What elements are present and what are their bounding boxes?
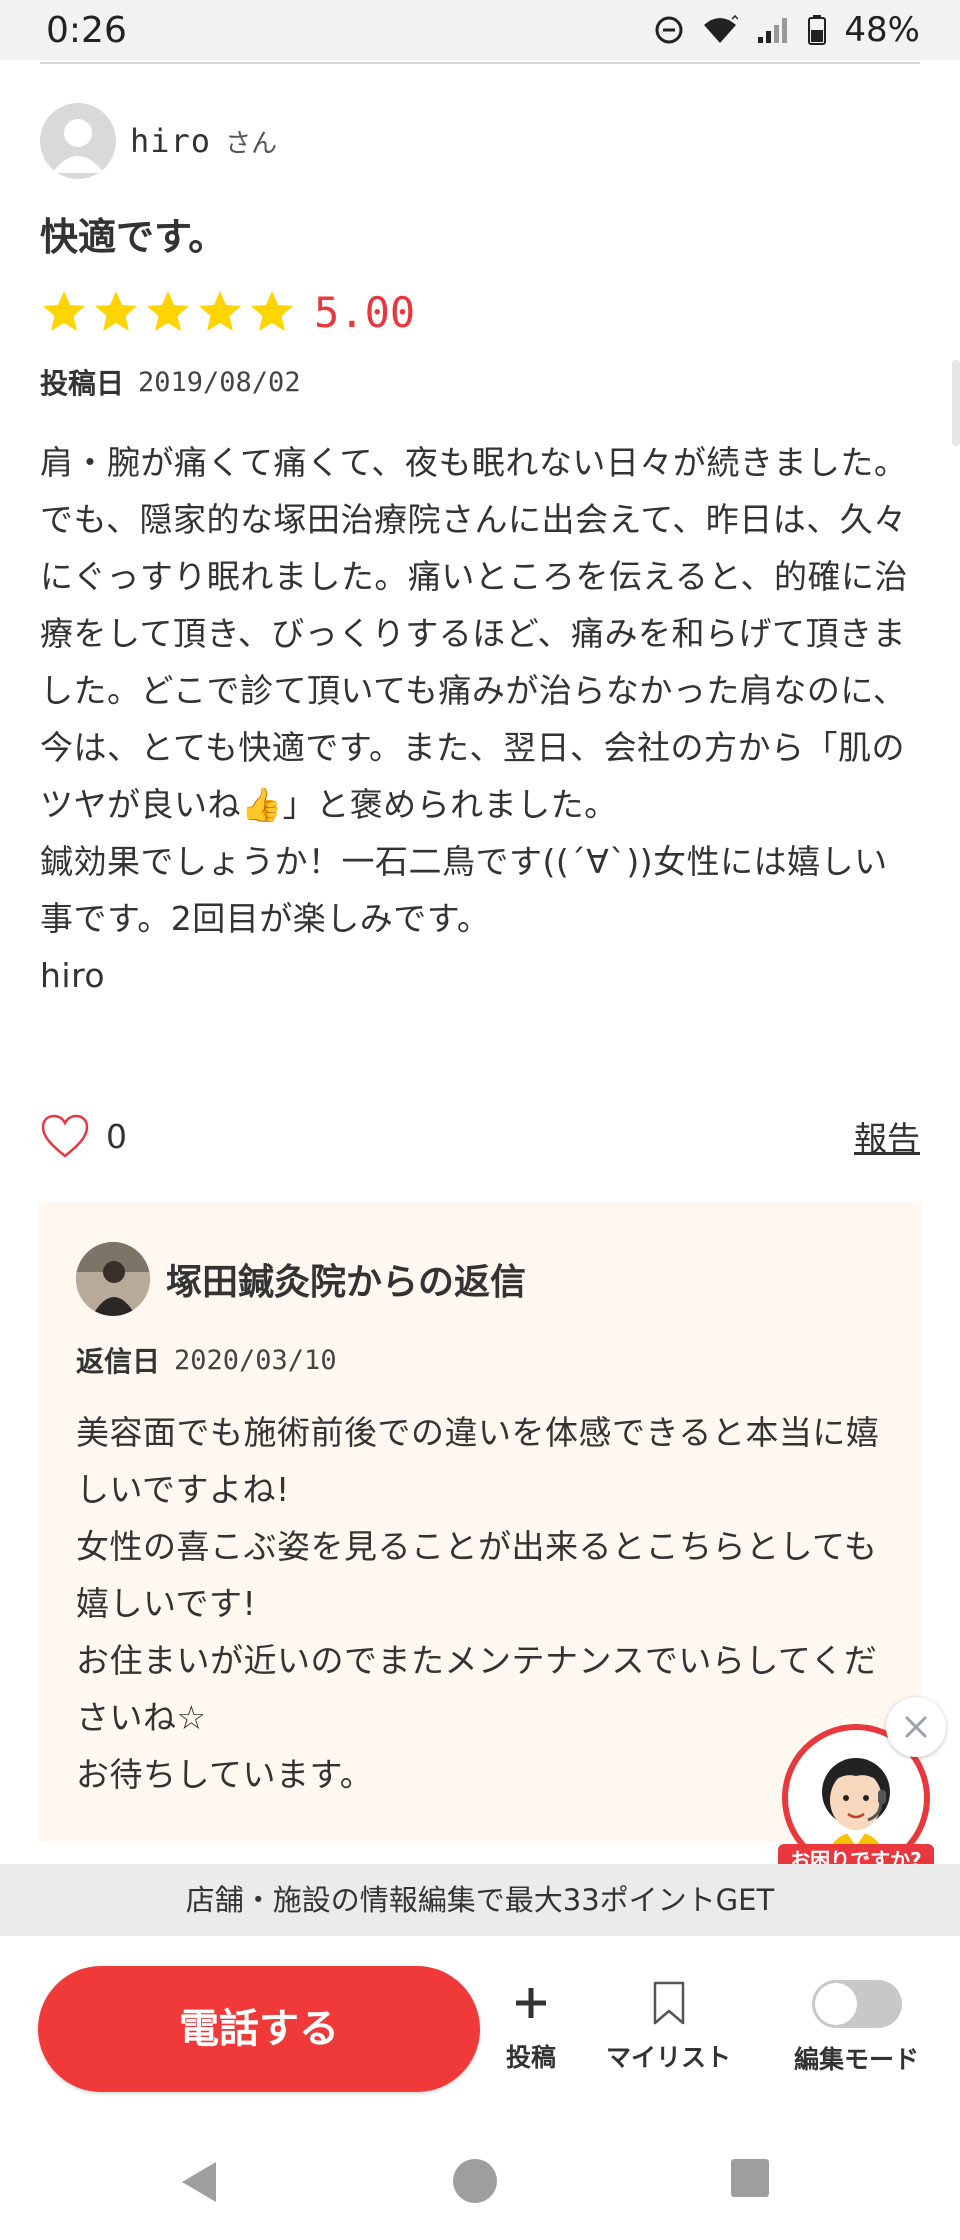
star-icon	[147, 291, 189, 331]
scrollbar[interactable]	[952, 360, 960, 446]
signal-icon	[758, 18, 788, 43]
post-label[interactable]: 投稿	[506, 2038, 556, 2074]
help-close-button[interactable]	[886, 1697, 946, 1757]
avatar	[40, 103, 116, 179]
rating-row: 5.00	[40, 286, 920, 338]
review-title: 快適です。	[40, 215, 227, 259]
reply-body: 美容面でも施術前後での違いを体感できると本当に嬉しいですよね! 女性の喜こぶ姿を…	[76, 1413, 880, 1794]
call-button[interactable]: 電話する	[38, 1966, 480, 2092]
toggle-knob	[814, 1983, 857, 2025]
like-count: 0	[106, 1116, 127, 1156]
mylist-button[interactable]: マイリスト	[606, 1980, 731, 2074]
star-rating	[40, 288, 296, 336]
battery-percent: 48%	[844, 10, 920, 50]
star-icon	[95, 291, 137, 331]
like-row: 0 報告	[40, 1108, 920, 1164]
back-icon[interactable]	[176, 2158, 220, 2206]
edit-mode-toggle[interactable]: 編集モード	[794, 1980, 919, 2076]
recents-icon[interactable]	[730, 2158, 770, 2198]
system-nav-bar	[0, 2120, 960, 2240]
reviewer-honorific: さん	[225, 128, 278, 159]
toggle-switch[interactable]	[811, 1980, 902, 2028]
reviewer-row: hiro さん	[40, 100, 920, 182]
bottom-action-bar: 電話する 投稿 マイリスト 編集モード	[0, 1936, 960, 2092]
star-icon	[199, 291, 241, 331]
wifi-icon	[704, 15, 739, 43]
home-icon[interactable]	[452, 2158, 498, 2204]
do-not-disturb-icon	[655, 16, 683, 44]
status-icons: 48%	[654, 10, 920, 50]
close-icon[interactable]	[902, 1713, 930, 1741]
reply-date: 2020/03/10	[174, 1344, 337, 1376]
promo-banner[interactable]: 店舗・施設の情報編集で最大33ポイントGET	[0, 1864, 960, 1936]
plus-icon[interactable]	[513, 1980, 549, 2026]
user-placeholder-icon	[52, 119, 104, 173]
like-button[interactable]: 0	[40, 1113, 127, 1159]
bookmark-icon[interactable]	[649, 1980, 689, 2026]
status-bar: 0:26 48%	[0, 0, 960, 60]
edit-mode-label[interactable]: 編集モード	[794, 2040, 919, 2076]
post-date-label: 投稿日	[40, 367, 125, 400]
post-button[interactable]: 投稿	[506, 1980, 556, 2074]
reviewer-name[interactable]: hiro	[130, 122, 211, 160]
status-time: 0:26	[46, 9, 127, 51]
report-link[interactable]: 報告	[854, 1112, 920, 1160]
review-body: 肩・腕が痛くて痛くて、夜も眠れない日々が続きました。でも、隠家的な塚田治療院さん…	[40, 443, 909, 995]
review-card: hiro さん 快適です。 5.00 投稿日 2019/08/02 肩・腕が痛く…	[40, 100, 920, 1004]
reply-avatar	[76, 1242, 150, 1316]
post-date-row: 投稿日 2019/08/02	[40, 362, 920, 402]
reply-date-row: 返信日 2020/03/10	[76, 1340, 884, 1380]
post-date: 2019/08/02	[138, 366, 301, 398]
mylist-label[interactable]: マイリスト	[606, 2038, 731, 2074]
battery-icon	[808, 15, 827, 45]
rating-score: 5.00	[314, 287, 416, 337]
reply-header: 塚田鍼灸院からの返信	[76, 1242, 884, 1316]
reply-date-label: 返信日	[76, 1345, 161, 1378]
star-icon	[43, 291, 85, 331]
reply-title: 塚田鍼灸院からの返信	[166, 1262, 527, 1303]
heart-icon[interactable]	[40, 1113, 90, 1159]
divider	[40, 62, 920, 64]
star-icon	[251, 291, 293, 331]
